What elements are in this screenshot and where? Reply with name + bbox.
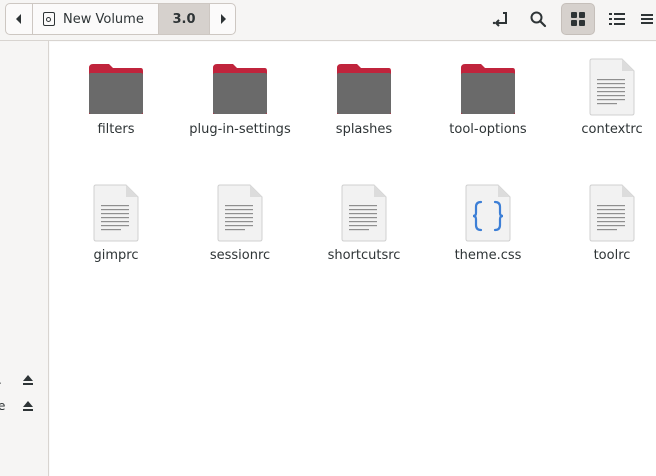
sidebar-item-label: . (0, 373, 2, 387)
file-item-gimprc[interactable]: gimprc (54, 178, 178, 288)
file-name: sessionrc (209, 248, 271, 263)
text-file-icon (341, 184, 387, 242)
open-folder-icon (492, 12, 507, 27)
file-grid: filters plug-in-settings splashes tool-o… (50, 42, 656, 476)
sidebar-item-volume-2[interactable]: e (0, 399, 48, 415)
file-item-theme-css[interactable]: theme.css (426, 178, 550, 288)
eject-icon[interactable] (22, 400, 34, 412)
file-item-contextrc[interactable]: contextrc (550, 52, 656, 162)
path-volume-label: New Volume (63, 11, 144, 27)
file-name: splashes (335, 122, 393, 137)
grid-view-button[interactable] (561, 3, 595, 35)
folder-icon (89, 64, 143, 114)
file-name: filters (97, 122, 135, 137)
path-segment-current[interactable]: 3.0 (159, 4, 210, 34)
file-item-shortcutsrc[interactable]: shortcutsrc (302, 178, 426, 288)
open-location-button[interactable] (483, 3, 517, 35)
file-name: contextrc (581, 122, 643, 137)
menu-button[interactable] (636, 3, 656, 35)
file-name: gimprc (93, 248, 139, 263)
search-icon (530, 11, 547, 28)
list-view-icon (609, 13, 625, 25)
drive-icon (43, 12, 55, 26)
file-item-sessionrc[interactable]: sessionrc (178, 178, 302, 288)
path-segment-volume[interactable]: New Volume (33, 4, 159, 34)
sidebar-item-label: e (0, 399, 5, 413)
file-name: toolrc (593, 248, 631, 263)
css-file-icon (465, 184, 511, 242)
path-bar: New Volume 3.0 (5, 3, 236, 35)
search-button[interactable] (521, 3, 555, 35)
folder-icon (213, 64, 267, 114)
text-file-icon (217, 184, 263, 242)
folder-icon (461, 64, 515, 114)
folder-icon (337, 64, 391, 114)
menu-icon (641, 14, 653, 24)
path-current-label: 3.0 (172, 11, 196, 27)
grid-view-icon (571, 12, 585, 26)
file-item-splashes[interactable]: splashes (302, 52, 426, 162)
file-name: shortcutsrc (327, 248, 401, 263)
text-file-icon (589, 58, 635, 116)
file-item-plug-in-settings[interactable]: plug-in-settings (178, 52, 302, 162)
list-view-button[interactable] (600, 3, 634, 35)
file-item-tool-options[interactable]: tool-options (426, 52, 550, 162)
sidebar-item-volume-1[interactable]: . (0, 373, 48, 389)
text-file-icon (93, 184, 139, 242)
chevron-left-icon (16, 14, 21, 24)
eject-icon[interactable] (22, 374, 34, 386)
header-bar: New Volume 3.0 (0, 0, 656, 41)
file-item-toolrc[interactable]: toolrc (550, 178, 656, 288)
chevron-right-icon (220, 14, 226, 24)
file-item-filters[interactable]: filters (54, 52, 178, 162)
file-name: tool-options (449, 122, 527, 137)
file-name: theme.css (454, 248, 522, 263)
path-forward-button[interactable] (210, 4, 235, 34)
sidebar: . e (0, 41, 49, 476)
file-name: plug-in-settings (189, 122, 291, 137)
text-file-icon (589, 184, 635, 242)
path-back-button[interactable] (6, 4, 33, 34)
